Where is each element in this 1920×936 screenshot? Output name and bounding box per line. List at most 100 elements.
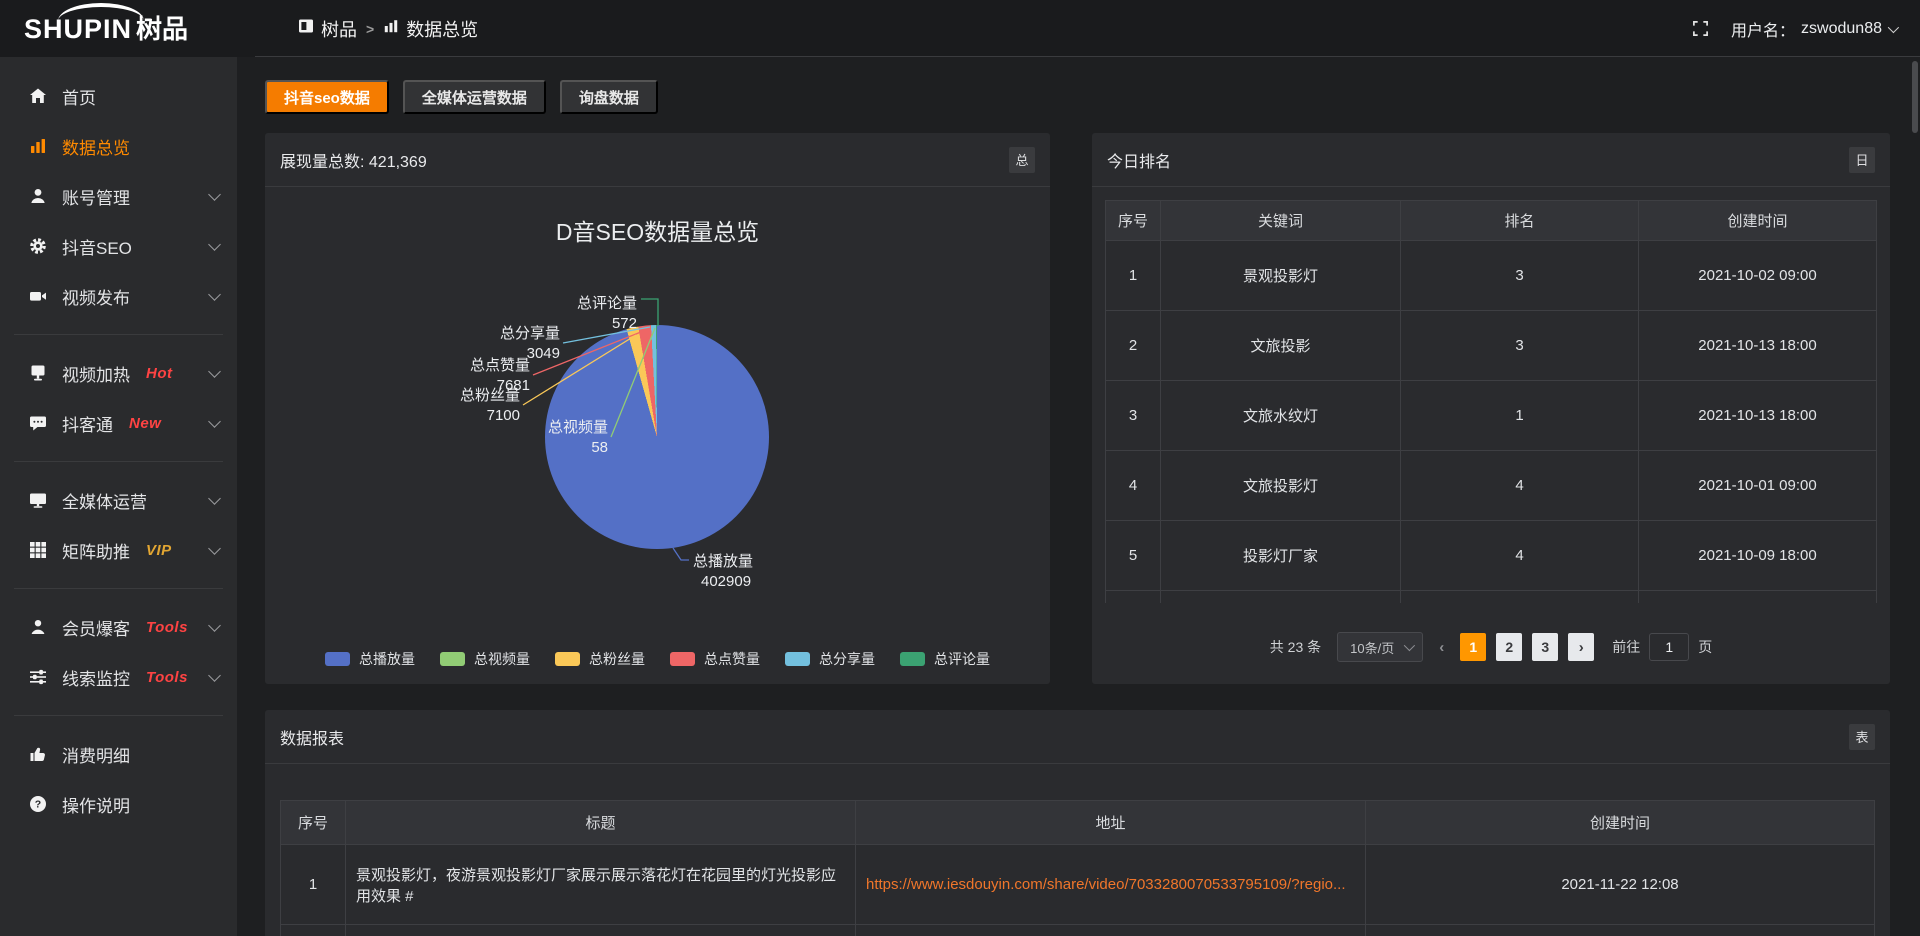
- fullscreen-icon[interactable]: [1692, 20, 1709, 37]
- cell-keyword: 文旅投影灯: [1161, 451, 1401, 521]
- col-header-created: 创建时间: [1366, 801, 1875, 845]
- table-row-partial: [1106, 591, 1877, 603]
- report-panel-header: 数据报表 表: [265, 710, 1890, 764]
- sidebar-item-omnimedia[interactable]: 全媒体运营: [0, 475, 237, 525]
- sidebar-item-label: 视频发布: [62, 284, 130, 309]
- goto-page-input[interactable]: [1649, 633, 1689, 661]
- legend-item[interactable]: 总粉丝量: [555, 649, 645, 669]
- sidebar-item-video-publish[interactable]: 视频发布: [0, 271, 237, 321]
- app-root: SHUPIN树品 树品 > 数据总览 用户名：zswodun88: [0, 0, 1920, 936]
- pie-chart: D音SEO数据量总览 总评论量 572 总分享量 3049 总点赞量: [265, 187, 1050, 683]
- cell-keyword: 投影灯厂家: [1161, 521, 1401, 591]
- next-page-button[interactable]: ›: [1568, 633, 1594, 661]
- sidebar-item-label: 抖音SEO: [62, 234, 132, 259]
- legend-swatch: [900, 652, 925, 666]
- scrollbar-thumb[interactable]: [1912, 61, 1918, 133]
- page-button-2[interactable]: 2: [1496, 633, 1522, 661]
- chevron-down-icon: [208, 492, 221, 505]
- topbar-right: 用户名：zswodun88: [1692, 0, 1896, 57]
- pie-value-shares: 3049: [527, 345, 560, 362]
- sidebar-item-matrix-boost[interactable]: 矩阵助推 VIP: [0, 525, 237, 575]
- prev-page-button[interactable]: ‹: [1433, 639, 1450, 656]
- breadcrumb-current[interactable]: 数据总览: [383, 16, 478, 42]
- sidebar-item-label: 矩阵助推: [62, 538, 130, 563]
- rank-table: 序号 关键词 排名 创建时间 1 景观投影灯 3 2021-10-02 09:0…: [1105, 200, 1877, 603]
- page-button-1[interactable]: 1: [1460, 633, 1486, 661]
- leader-line-videos: [611, 328, 655, 437]
- tab-omnimedia-data[interactable]: 全媒体运营数据: [403, 80, 546, 114]
- page-size-select[interactable]: 10条/页: [1337, 632, 1423, 662]
- chevron-down-icon: [208, 542, 221, 555]
- username-value: zswodun88: [1801, 20, 1882, 38]
- sidebar-item-label: 会员爆客: [62, 615, 130, 640]
- sidebar-item-lead-monitor[interactable]: 线索监控 Tools: [0, 652, 237, 702]
- chevron-down-icon: [1888, 21, 1899, 32]
- sliders-icon: [28, 668, 48, 686]
- pie-labels-layer: 总评论量 572 总分享量 3049 总点赞量 7681 总粉丝量 7100 总…: [265, 187, 1050, 683]
- pie-label-plays: 总播放量: [693, 553, 753, 570]
- sidebar-item-douyin-seo[interactable]: 抖音SEO: [0, 221, 237, 271]
- table-row: 2 文旅投影 3 2021-10-13 18:00: [1106, 311, 1877, 381]
- sidebar-divider: [14, 461, 223, 462]
- legend-swatch: [325, 652, 350, 666]
- sidebar-item-member-blast[interactable]: 会员爆客 Tools: [0, 602, 237, 652]
- page-button-3[interactable]: 3: [1532, 633, 1558, 661]
- video-camera-icon: [28, 287, 48, 305]
- tab-douyin-seo[interactable]: 抖音seo数据: [265, 80, 389, 114]
- sidebar-item-data-overview[interactable]: 数据总览: [0, 121, 237, 171]
- legend-item[interactable]: 总评论量: [900, 649, 990, 669]
- new-badge: New: [129, 415, 161, 432]
- sidebar-divider: [14, 334, 223, 335]
- sidebar-item-label: 抖客通: [62, 411, 113, 436]
- sidebar-item-doukertong[interactable]: 抖客通 New: [0, 398, 237, 448]
- legend-item[interactable]: 总播放量: [325, 649, 415, 669]
- pie-value-fans: 7100: [487, 407, 520, 424]
- table-row: 1 景观投影灯，夜游景观投影灯厂家展示展示落花灯在花园里的灯光投影应用效果 # …: [281, 845, 1875, 925]
- sidebar-item-label: 操作说明: [62, 792, 130, 817]
- total-toggle-button[interactable]: 总: [1009, 147, 1035, 173]
- sidebar-item-account[interactable]: 账号管理: [0, 171, 237, 221]
- legend-item[interactable]: 总点赞量: [670, 649, 760, 669]
- video-link[interactable]: https://www.iesdouyin.com/share/video/70…: [866, 876, 1346, 893]
- cell-index: 3: [1106, 381, 1161, 451]
- sidebar-item-expense-detail[interactable]: 消费明细: [0, 729, 237, 779]
- sidebar-item-label: 账号管理: [62, 184, 130, 209]
- pie-value-comments: 572: [612, 315, 637, 332]
- day-toggle-button[interactable]: 日: [1849, 147, 1875, 173]
- sidebar-item-label: 全媒体运营: [62, 488, 147, 513]
- sidebar-item-help[interactable]: ? 操作说明: [0, 779, 237, 829]
- cell-created: 2021-10-02 09:00: [1639, 241, 1877, 311]
- chevron-down-icon: [208, 365, 221, 378]
- legend-label: 总分享量: [819, 649, 875, 669]
- legend-item[interactable]: 总分享量: [785, 649, 875, 669]
- overview-panel: 展现量总数: 421,369 总 D音SEO数据量总览 总评论量 572: [265, 133, 1050, 684]
- topbar: SHUPIN树品 树品 > 数据总览 用户名：zswodun88: [0, 0, 1920, 57]
- pie-value-videos: 58: [591, 439, 608, 456]
- sidebar-item-video-heat[interactable]: 视频加热 Hot: [0, 348, 237, 398]
- legend-label: 总点赞量: [704, 649, 760, 669]
- table-row: 5 投影灯厂家 4 2021-10-09 18:00: [1106, 521, 1877, 591]
- report-panel: 数据报表 表 序号 标题 地址 创建时间 1 景观投影灯，夜游景观投影灯厂家展示…: [265, 710, 1890, 936]
- breadcrumb-home[interactable]: 树品: [298, 16, 357, 42]
- cell-created: 2021-11-22 12:08: [1366, 845, 1875, 925]
- cell-created: 2021-10-13 18:00: [1639, 381, 1877, 451]
- col-header-keyword: 关键词: [1161, 201, 1401, 241]
- overview-panel-header: 展现量总数: 421,369 总: [265, 133, 1050, 187]
- user-menu[interactable]: 用户名：zswodun88: [1731, 17, 1896, 41]
- chevron-down-icon: [208, 288, 221, 301]
- legend-item[interactable]: 总视频量: [440, 649, 530, 669]
- tab-inquiry-data[interactable]: 询盘数据: [560, 80, 658, 114]
- user-icon: [28, 187, 48, 205]
- cell-index: 4: [1106, 451, 1161, 521]
- table-toggle-button[interactable]: 表: [1849, 724, 1875, 750]
- bar-chart-icon: [28, 137, 48, 155]
- rank-panel: 今日排名 日 序号 关键词 排名 创建时间 1 景观投影灯 3 2021-10-…: [1092, 133, 1890, 684]
- goto-label: 前往: [1612, 637, 1640, 657]
- breadcrumb-label: 数据总览: [406, 16, 478, 42]
- sidebar-item-label: 消费明细: [62, 742, 130, 767]
- cell-index: 1: [1106, 241, 1161, 311]
- sidebar-item-home[interactable]: 首页: [0, 71, 237, 121]
- main-content: 抖音seo数据 全媒体运营数据 询盘数据 展现量总数: 421,369 总 D音…: [237, 57, 1920, 936]
- grid-icon: [28, 541, 48, 559]
- logo: SHUPIN树品: [24, 9, 224, 49]
